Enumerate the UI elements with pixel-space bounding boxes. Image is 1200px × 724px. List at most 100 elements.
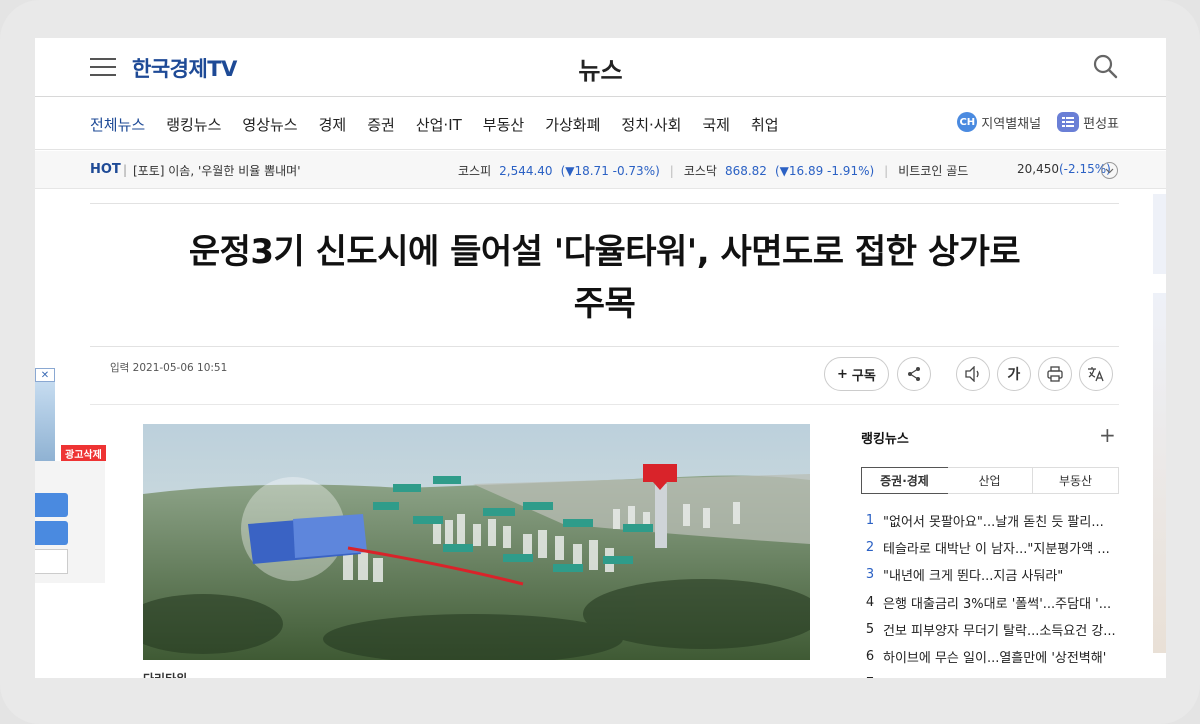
bitcoin-gold-value: 20,450: [1017, 162, 1059, 176]
nav-item-8[interactable]: 정치·사회: [621, 114, 681, 135]
kosdaq-value: 868.82: [724, 163, 767, 178]
divider: [90, 203, 1119, 204]
nav-item-1[interactable]: 랭킹뉴스: [166, 114, 221, 135]
kospi-change: (▼18.71 -0.73%): [560, 163, 660, 178]
speaker-icon: [965, 366, 979, 382]
schedule-link[interactable]: 편성표: [1057, 112, 1119, 132]
nav-utilities: CH 지역별채널 편성표: [957, 112, 1119, 132]
ranking-news-title: 랭킹뉴스: [861, 432, 909, 447]
schedule-label: 편성표: [1083, 116, 1119, 132]
side-ad-input[interactable]: [35, 549, 68, 574]
side-ad-image[interactable]: [1153, 194, 1166, 274]
ranking-number: 3: [865, 567, 875, 583]
bitcoin-gold-quote: 20,450(-2.15%): [1017, 162, 1111, 176]
ranking-item[interactable]: 1 "없어서 못팔아요"...날개 돋친 듯 팔리...: [861, 507, 1119, 534]
ranking-headline: 100만원 넘보는 주가..."신사업에 달렸다": [883, 674, 1112, 678]
plus-icon: +: [837, 366, 848, 382]
close-icon[interactable]: ✕: [35, 368, 55, 382]
article-toolbar: + 구독 가: [824, 357, 1120, 391]
hot-label: HOT: [90, 162, 121, 177]
translate-button[interactable]: [1078, 357, 1113, 391]
headline-line-2: 주목: [573, 284, 636, 324]
divider: [90, 346, 1119, 347]
nav-item-7[interactable]: 가상화폐: [545, 114, 600, 135]
ranking-headline: 건보 피부양자 무더기 탈락...소득요건 강...: [883, 623, 1116, 639]
font-size-button[interactable]: 가: [996, 357, 1031, 391]
subscribe-button[interactable]: + 구독: [824, 357, 889, 391]
nav-item-6[interactable]: 부동산: [483, 114, 524, 135]
remove-ad-button[interactable]: 광고삭제: [61, 445, 106, 461]
ranking-tab-0[interactable]: 증권·경제: [861, 467, 948, 494]
schedule-icon: [1057, 112, 1080, 132]
ticker-divider: |: [884, 163, 889, 178]
side-ad-image[interactable]: [35, 368, 55, 463]
ranking-headline: 테슬라로 대박난 이 남자..."지분평가액 ...: [883, 542, 1110, 558]
hot-headline-link[interactable]: [포토] 이솜, '우월한 비율 뽐내며': [133, 162, 301, 179]
ranking-item[interactable]: 5 건보 피부양자 무더기 탈락...소득요건 강...: [861, 616, 1119, 643]
ranking-item[interactable]: 4 은행 대출금리 3%대로 '폴썩'...주담대 '...: [861, 589, 1119, 616]
subscribe-label: 구독: [851, 368, 876, 384]
ranking-item[interactable]: 7 100만원 넘보는 주가..."신사업에 달렸다": [861, 670, 1119, 678]
ranking-number: 2: [865, 540, 875, 556]
ranking-headline: "내년에 크게 뛴다...지금 사둬라": [883, 569, 1064, 585]
article-date: 입력 2021-05-06 10:51: [110, 362, 228, 374]
plus-icon[interactable]: +: [1099, 423, 1116, 447]
hot-ticker-bar: HOT | [포토] 이솜, '우월한 비율 뽐내며' 코스피 2,544.40…: [35, 151, 1166, 189]
kospi-label[interactable]: 코스피: [458, 162, 491, 179]
ranking-tab-2[interactable]: 부동산: [1033, 468, 1118, 493]
ranking-tab-1[interactable]: 산업: [947, 468, 1033, 493]
ranking-headline: 하이브에 무슨 일이...열흘만에 '상전벽해': [883, 651, 1107, 667]
browser-viewport: 한국경제TV 뉴스 전체뉴스 랭킹뉴스 영상뉴스 경제 증권 산업·IT 부동산 가상화폐 정치…: [35, 38, 1166, 678]
share-icon: [907, 367, 920, 381]
article-image: [143, 424, 810, 660]
nav-item-2[interactable]: 영상뉴스: [242, 114, 297, 135]
print-button[interactable]: [1037, 357, 1072, 391]
side-ad-image[interactable]: [1153, 293, 1166, 653]
ranking-item[interactable]: 3 "내년에 크게 뛴다...지금 사둬라": [861, 561, 1119, 588]
ranking-tabs: 증권·경제 산업 부동산: [861, 467, 1119, 494]
market-tickers: 코스피 2,544.40 (▼18.71 -0.73%) | 코스닥 868.8…: [458, 162, 976, 179]
nav-item-3[interactable]: 경제: [319, 114, 347, 135]
nav-item-5[interactable]: 산업·IT: [416, 114, 462, 135]
hot-separator: |: [123, 163, 128, 177]
article-headline: 운정3기 신도시에 들어설 '다율타워', 사면도로 접한 상가로 주목: [135, 226, 1074, 330]
ranking-headline: 은행 대출금리 3%대로 '폴썩'...주담대 '...: [883, 596, 1112, 612]
ranking-item[interactable]: 2 테슬라로 대박난 이 남자..."지분평가액 ...: [861, 534, 1119, 561]
ranking-number: 1: [865, 513, 875, 529]
site-header: 한국경제TV 뉴스: [35, 38, 1166, 97]
ranking-headline: "없어서 못팔아요"...날개 돋친 듯 팔리...: [883, 515, 1104, 531]
channel-icon: CH: [957, 112, 978, 132]
ranking-number: 5: [865, 621, 875, 637]
regional-channel-label: 지역별채널: [981, 116, 1042, 132]
divider: [90, 404, 1119, 405]
nav-item-0[interactable]: 전체뉴스: [90, 114, 145, 135]
ranking-list: 1 "없어서 못팔아요"...날개 돋친 듯 팔리... 2 테슬라로 대박난 이 남…: [861, 507, 1119, 678]
nav-item-10[interactable]: 취업: [751, 114, 779, 135]
search-icon[interactable]: [1092, 53, 1118, 79]
ranking-item[interactable]: 6 하이브에 무슨 일이...열흘만에 '상전벽해': [861, 643, 1119, 670]
bitcoin-gold-label[interactable]: 비트코인 골드: [898, 162, 968, 179]
ranking-number: 4: [865, 594, 875, 610]
kospi-value: 2,544.40: [499, 163, 553, 178]
section-title: 뉴스: [578, 57, 623, 85]
ticker-divider: |: [669, 163, 674, 178]
share-button[interactable]: [896, 357, 931, 391]
nav-item-4[interactable]: 증권: [367, 114, 395, 135]
kosdaq-change: (▼16.89 -1.91%): [774, 163, 875, 178]
font-size-label: 가: [1007, 367, 1021, 383]
ranking-number: 7: [861, 676, 879, 678]
side-ad-button[interactable]: [35, 521, 68, 545]
nav-item-9[interactable]: 국제: [702, 114, 730, 135]
chevron-down-icon[interactable]: [1101, 162, 1118, 179]
category-nav: 전체뉴스 랭킹뉴스 영상뉴스 경제 증권 산업·IT 부동산 가상화폐 정치·사회 국제 취업 CH…: [35, 98, 1166, 150]
kosdaq-label[interactable]: 코스닥: [684, 162, 717, 179]
read-aloud-button[interactable]: [955, 357, 990, 391]
side-ad-button[interactable]: [35, 493, 68, 517]
translate-icon: [1087, 367, 1104, 382]
ranking-number: 6: [865, 649, 875, 665]
headline-line-1: 운정3기 신도시에 들어설 '다율타워', 사면도로 접한 상가로: [188, 232, 1021, 272]
regional-channel-link[interactable]: CH 지역별채널: [957, 112, 1041, 132]
print-icon: [1047, 366, 1063, 382]
nav-items: 전체뉴스 랭킹뉴스 영상뉴스 경제 증권 산업·IT 부동산 가상화폐 정치·사회 국제 취업: [90, 114, 800, 135]
article-body-start: 다리타워: [143, 670, 187, 678]
